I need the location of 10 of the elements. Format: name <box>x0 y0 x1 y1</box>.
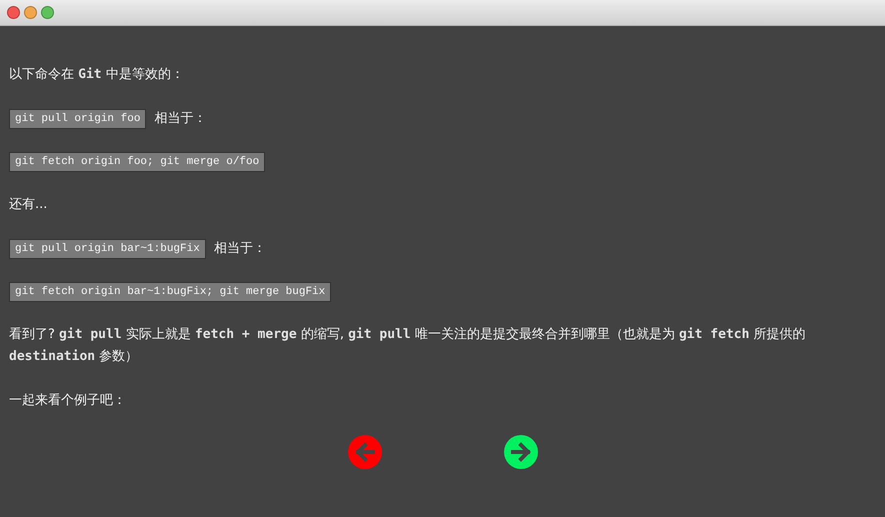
code-snippet: git fetch origin foo; git merge o/foo <box>9 152 266 172</box>
paragraph: 以下命令在 Git 中是等效的： <box>9 66 185 84</box>
paragraph: 一起来看个例子吧： <box>9 392 127 410</box>
code-snippet: git pull origin foo <box>9 109 146 129</box>
code-snippet: git pull origin bar~1:bugFix <box>9 239 206 259</box>
label-text: 相当于： <box>214 240 266 258</box>
paragraph: 看到了? git pull 实际上就是 fetch + merge 的缩写, git pull 唯一关注的是提交最终合并到哪里（也就是为 git fetch 所提供的 destination 参数） <box>9 326 807 366</box>
label-text: 相当于： <box>154 110 206 128</box>
paragraph: 还有... <box>9 196 48 214</box>
code-snippet: git fetch origin bar~1:bugFix; git merge bugFix <box>9 282 332 302</box>
